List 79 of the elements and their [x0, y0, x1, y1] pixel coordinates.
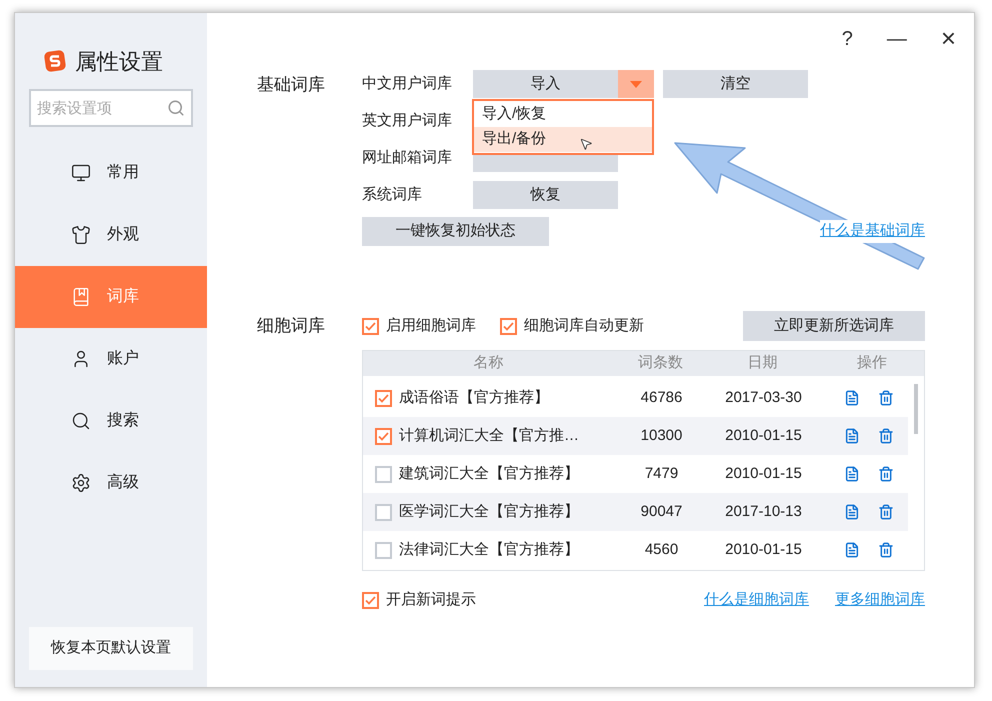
table-cell-text: 2017-03-30 [724, 388, 803, 408]
action-button[interactable]: 恢复 [473, 181, 618, 209]
checkbox[interactable] [375, 428, 392, 444]
checkbox[interactable] [362, 318, 379, 334]
restore-defaults-button[interactable]: 恢复本页默认设置 [29, 627, 193, 670]
delete-icon[interactable] [878, 542, 894, 558]
checkbox-label: 开启新词提示 [386, 590, 476, 610]
help-button[interactable]: ? [842, 24, 853, 54]
checkbox[interactable] [362, 592, 379, 609]
caret-icon [630, 80, 642, 88]
section-label: 基础词库 [257, 74, 326, 96]
table-cell-text: 2010-01-15 [724, 464, 803, 484]
help-link[interactable]: 更多细胞词库 [835, 589, 925, 612]
checkbox-label: 细胞词库自动更新 [524, 316, 644, 336]
settings-icon [71, 473, 91, 493]
split-button[interactable]: 导入 [473, 70, 618, 98]
table-cell-text: 成语俗语【官方推荐】 [399, 388, 549, 408]
menu-item[interactable]: 导入/恢复 [474, 102, 652, 127]
table-cell-text: 医学词汇大全【官方推荐】 [399, 502, 579, 522]
nav-item[interactable]: 搜索 [15, 390, 207, 452]
help-link[interactable]: 什么是基础词库 [820, 220, 925, 243]
minimize-button[interactable]: — [886, 24, 907, 54]
nav-item[interactable]: 常用 [15, 142, 207, 204]
row-label: 网址邮箱词库 [362, 148, 453, 168]
row-label: 系统词库 [362, 184, 423, 205]
details-icon[interactable] [844, 390, 860, 406]
app-title: 属性设置 [75, 48, 163, 76]
monitor-icon [71, 163, 91, 183]
table-cell-text: 10300 [640, 426, 684, 446]
table-cell-text: 90047 [640, 502, 684, 522]
logo-icon [43, 49, 67, 73]
table-cell-text: 法律词汇大全【官方推荐】 [399, 540, 579, 560]
checkbox-label: 启用细胞词库 [386, 316, 476, 336]
delete-icon[interactable] [878, 428, 894, 444]
details-icon[interactable] [844, 428, 860, 444]
nav-item[interactable]: 高级 [15, 452, 207, 514]
section-label: 细胞词库 [257, 315, 326, 337]
action-button[interactable]: 清空 [663, 70, 808, 98]
bookmark-icon [71, 287, 91, 307]
scrollbar[interactable] [914, 384, 918, 434]
reset-button[interactable]: 一键恢复初始状态 [362, 217, 549, 246]
dropdown-button[interactable] [618, 70, 654, 98]
shirt-icon [71, 225, 91, 245]
search-field[interactable]: 搜索设置项 [29, 89, 193, 127]
search-icon [167, 99, 185, 117]
checkbox[interactable] [375, 504, 392, 520]
check-icon [503, 322, 514, 330]
table-cell-text: 7479 [644, 464, 680, 484]
update-button[interactable]: 立即更新所选词库 [743, 311, 925, 341]
nav-item[interactable]: 账户 [15, 328, 207, 390]
menu-item[interactable]: 导出/备份 [474, 127, 652, 152]
checkbox[interactable] [500, 318, 517, 334]
row-label: 英文用户词库 [362, 110, 453, 131]
table-cell-text: 2017-10-13 [724, 502, 803, 522]
details-icon[interactable] [844, 466, 860, 482]
delete-icon[interactable] [878, 504, 894, 520]
details-icon[interactable] [844, 504, 860, 520]
table-cell-text: 2010-01-15 [724, 540, 803, 560]
check-icon [365, 596, 376, 605]
table-cell-text: 46786 [640, 388, 684, 408]
table-cell-text: 计算机词汇大全【官方推… [399, 426, 579, 446]
checkbox[interactable] [375, 542, 392, 558]
check-icon [378, 394, 389, 402]
check-icon [378, 432, 389, 440]
details-icon[interactable] [844, 542, 860, 558]
cursor-icon [579, 137, 593, 151]
table-cell-text: 2010-01-15 [724, 426, 803, 446]
table-cell-text: 4560 [644, 540, 680, 560]
checkbox[interactable] [375, 466, 392, 482]
nav-item[interactable]: 外观 [15, 204, 207, 266]
table-cell-text: 建筑词汇大全【官方推荐】 [399, 464, 579, 484]
help-link[interactable]: 什么是细胞词库 [704, 589, 809, 612]
delete-icon[interactable] [878, 466, 894, 482]
search-icon [71, 411, 91, 431]
delete-icon[interactable] [878, 390, 894, 406]
close-button[interactable]: × [940, 19, 956, 58]
row-label: 中文用户词库 [362, 74, 453, 94]
checkbox[interactable] [375, 390, 392, 406]
check-icon [365, 322, 376, 330]
